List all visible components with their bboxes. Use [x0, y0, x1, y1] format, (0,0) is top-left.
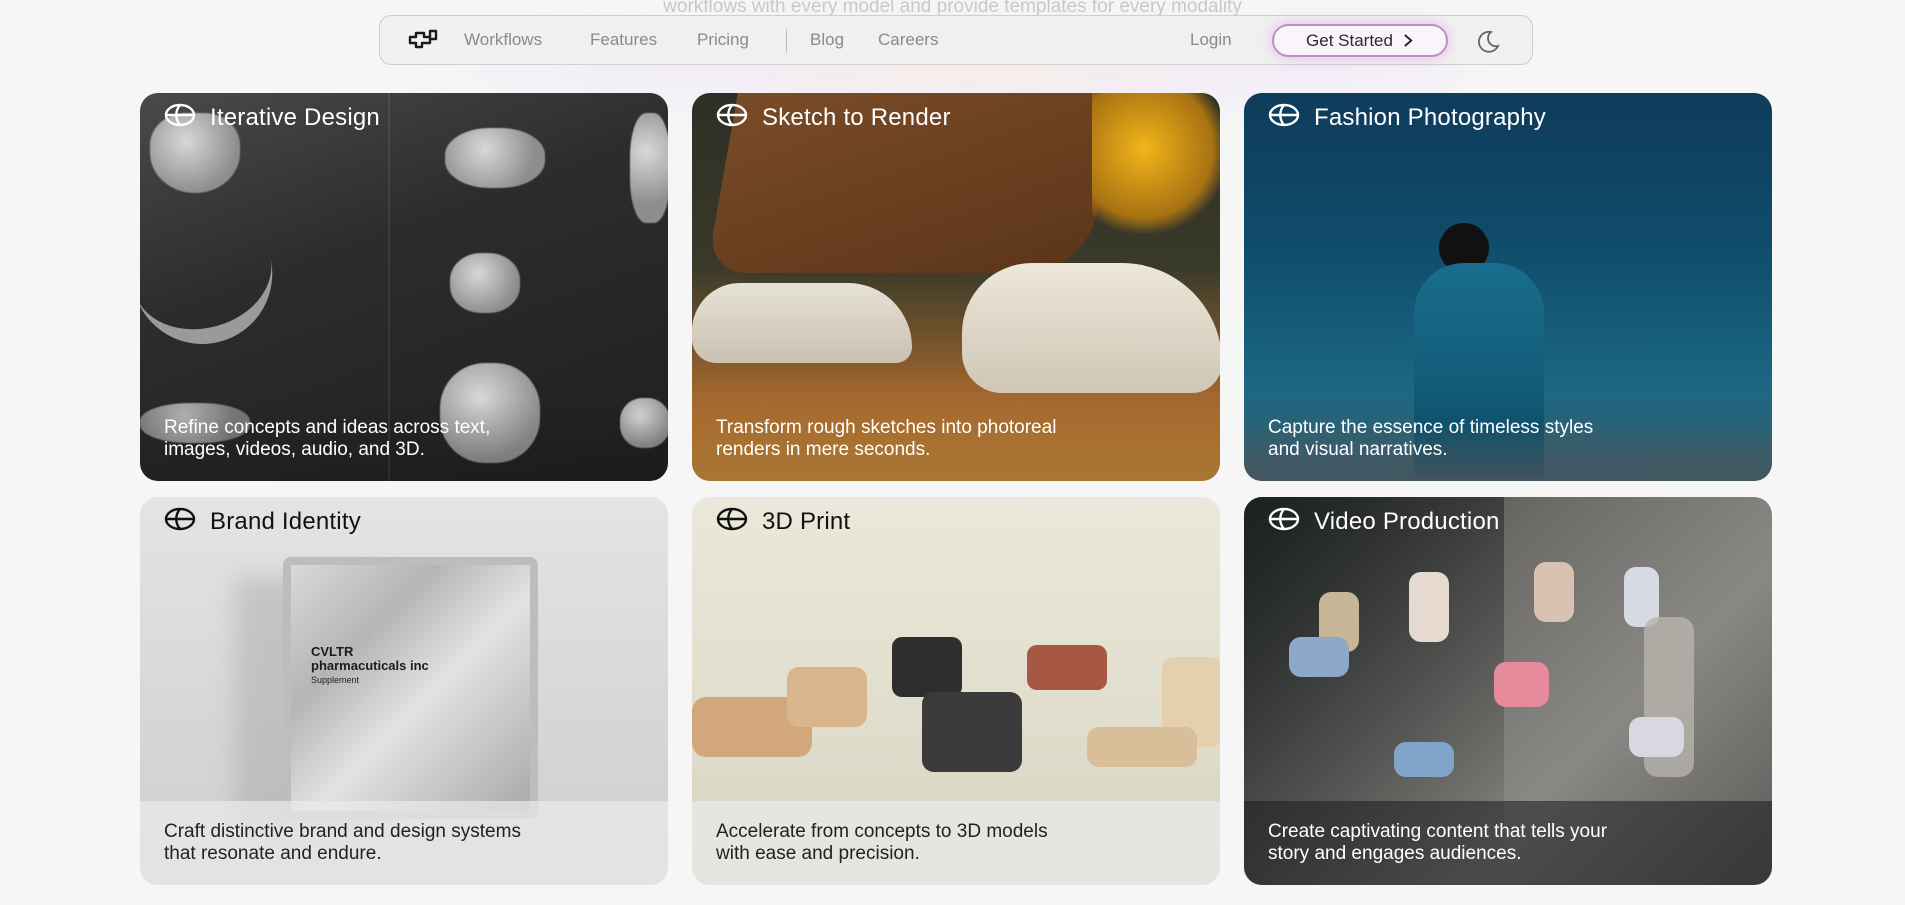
card-title: Fashion Photography [1268, 103, 1546, 133]
card-title: Sketch to Render [716, 103, 951, 133]
globe-icon [164, 507, 196, 538]
globe-icon [164, 103, 196, 134]
card-title: 3D Print [716, 507, 850, 537]
card-brand-identity[interactable]: CVLTR pharmacuticals inc Supplement Bran… [140, 497, 668, 885]
card-sketch-to-render[interactable]: Sketch to Render Transform rough sketche… [692, 93, 1220, 481]
nav-link-blog[interactable]: Blog [810, 16, 844, 64]
globe-icon [1268, 507, 1300, 538]
packet-type-text: Supplement [311, 675, 360, 685]
card-description-line: and visual narratives. [1268, 439, 1448, 460]
card-description-line: Capture the essence of timeless styles [1268, 417, 1594, 438]
card-3d-print[interactable]: 3D Print Accelerate from concepts to 3D … [692, 497, 1220, 885]
globe-icon [716, 103, 748, 134]
card-description-line: Accelerate from concepts to 3D models [716, 821, 1048, 842]
card-description: Refine concepts and ideas across text, i… [140, 397, 668, 481]
card-description-line: with ease and precision. [716, 843, 920, 864]
card-iterative-design[interactable]: Iterative Design Refine concepts and ide… [140, 93, 668, 481]
card-title-text: Fashion Photography [1314, 104, 1546, 131]
card-title-text: Iterative Design [210, 104, 380, 131]
top-navbar: Workflows Features Pricing Blog Careers … [379, 15, 1533, 65]
nav-link-careers[interactable]: Careers [878, 16, 938, 64]
nav-link-pricing[interactable]: Pricing [697, 16, 749, 64]
card-description: Craft distinctive brand and design syste… [140, 801, 668, 885]
card-title: Brand Identity [164, 507, 361, 537]
brand-logo-icon[interactable] [408, 29, 438, 51]
chevron-right-icon [1403, 32, 1414, 50]
packet-brand-text: CVLTR [311, 644, 354, 659]
card-title: Iterative Design [164, 103, 380, 133]
packet-company-text: pharmacuticals inc [311, 658, 429, 673]
card-title-text: Brand Identity [210, 508, 361, 535]
card-title-text: Video Production [1314, 508, 1500, 535]
card-description: Transform rough sketches into photoreal … [692, 397, 1220, 481]
card-title-text: 3D Print [762, 508, 851, 535]
card-description-line: Craft distinctive brand and design syste… [164, 821, 521, 842]
login-link[interactable]: Login [1190, 16, 1232, 64]
card-description-line: that resonate and endure. [164, 843, 382, 864]
card-title: Video Production [1268, 507, 1500, 537]
card-video-production[interactable]: Video Production Create captivating cont… [1244, 497, 1772, 885]
card-description-line: renders in mere seconds. [716, 439, 931, 460]
globe-icon [1268, 103, 1300, 134]
globe-icon [716, 507, 748, 538]
card-description-line: Create captivating content that tells yo… [1268, 821, 1608, 842]
card-title-text: Sketch to Render [762, 104, 951, 131]
moon-icon[interactable] [1475, 28, 1501, 54]
card-description-line: Refine concepts and ideas across text, [164, 417, 491, 438]
card-description-line: Transform rough sketches into photoreal [716, 417, 1057, 438]
supplement-packet: CVLTR pharmacuticals inc Supplement [283, 557, 538, 819]
card-description: Create captivating content that tells yo… [1244, 801, 1772, 885]
get-started-label: Get Started [1306, 30, 1393, 50]
get-started-button[interactable]: Get Started [1272, 24, 1448, 57]
nav-divider [786, 29, 787, 53]
card-description-line: images, videos, audio, and 3D. [164, 439, 425, 460]
nav-link-features[interactable]: Features [590, 16, 657, 64]
card-description: Capture the essence of timeless styles a… [1244, 397, 1772, 481]
card-description: Accelerate from concepts to 3D models wi… [692, 801, 1220, 885]
nav-link-workflows[interactable]: Workflows [464, 16, 542, 64]
card-description-line: story and engages audiences. [1268, 843, 1522, 864]
card-fashion-photography[interactable]: Fashion Photography Capture the essence … [1244, 93, 1772, 481]
